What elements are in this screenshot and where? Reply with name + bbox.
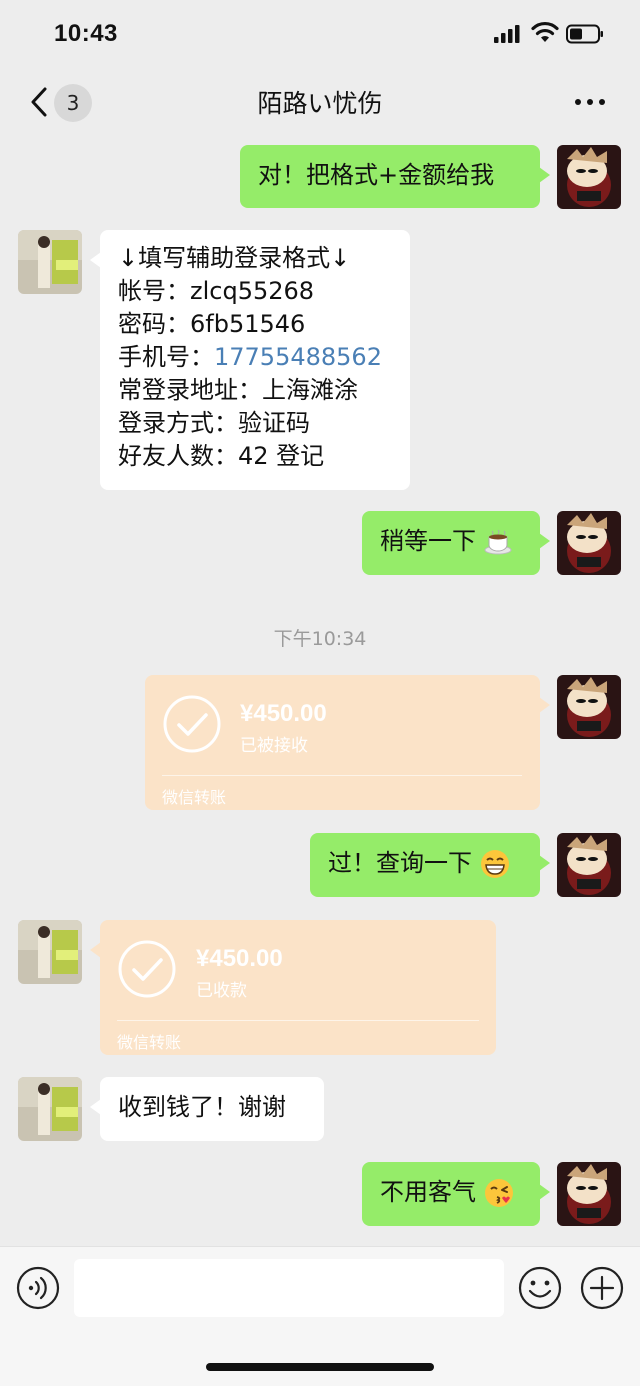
message-timestamp: 下午10:34 [273,628,367,650]
self-avatar[interactable] [557,511,621,575]
transfer-status: 已被接收 [240,736,308,756]
message-bubble-self[interactable]: 稍等一下 [362,511,550,575]
transfer-card-received[interactable]: ¥450.00 已收款 微信转账 [90,920,496,1055]
message-text: 收到钱了！谢谢 [118,1093,286,1121]
transfer-divider [117,1020,479,1021]
transfer-amount: ¥450.00 [196,945,283,972]
more-icon[interactable] [574,94,606,110]
message-bubble-contact[interactable]: ↓填写辅助登录格式↓ 帐号：zlcq55268 密码：6fb51546 手机号：… [90,230,410,490]
phone-number-link[interactable]: 17755488562 [214,343,382,371]
grin-emoji-icon [480,850,509,878]
transfer-footer: 微信转账 [162,788,227,807]
transfer-status: 已收款 [196,981,247,1001]
self-avatar[interactable] [557,1162,621,1226]
voice-icon[interactable] [16,1266,60,1310]
self-avatar[interactable] [557,675,621,739]
plus-icon[interactable] [580,1266,624,1310]
message-line: 帐号：zlcq55268 [118,277,315,305]
message-line: ↓填写辅助登录格式↓ [118,244,351,272]
message-line: 常登录地址：上海滩涂 [118,376,358,404]
self-avatar[interactable] [557,833,621,897]
message-text: 稍等一下 [380,527,476,555]
battery-icon [566,24,603,44]
message-text: 对！把格式+金额给我 [258,161,495,189]
self-avatar[interactable] [557,145,621,209]
home-indicator[interactable] [206,1363,434,1371]
message-bubble-self[interactable]: 过！查询一下 [310,833,550,897]
check-circle-icon [163,695,221,753]
wifi-icon [531,21,559,42]
transfer-footer: 微信转账 [117,1033,182,1052]
check-circle-icon [118,940,176,998]
kiss-emoji-icon [484,1179,513,1207]
contact-avatar[interactable] [18,1077,82,1141]
message-line: 好友人数：42 登记 [118,442,325,470]
contact-avatar[interactable] [18,230,82,294]
emoji-icon[interactable] [518,1266,562,1310]
message-bubble-self[interactable]: 不用客气 [362,1162,550,1226]
contact-avatar[interactable] [18,920,82,984]
message-bubble-contact[interactable]: 收到钱了！谢谢 [90,1077,324,1141]
cellular-signal-icon [494,25,520,43]
status-time: 10:43 [54,20,118,47]
message-line: 登录方式：验证码 [118,409,310,437]
message-bubble-self[interactable]: 对！把格式+金额给我 [240,145,550,208]
transfer-divider [162,775,522,776]
coffee-emoji-icon [484,529,512,555]
message-input[interactable] [74,1259,504,1317]
message-text: 过！查询一下 [328,849,472,877]
message-text: 不用客气 [380,1178,476,1206]
transfer-card-sent[interactable]: ¥450.00 已被接收 微信转账 [145,675,550,810]
chat-title: 陌路い忧伤 [257,89,383,118]
message-line: 密码：6fb51546 [118,310,306,338]
transfer-amount: ¥450.00 [240,700,327,727]
message-line-phone: 手机号：17755488562 [118,343,382,371]
